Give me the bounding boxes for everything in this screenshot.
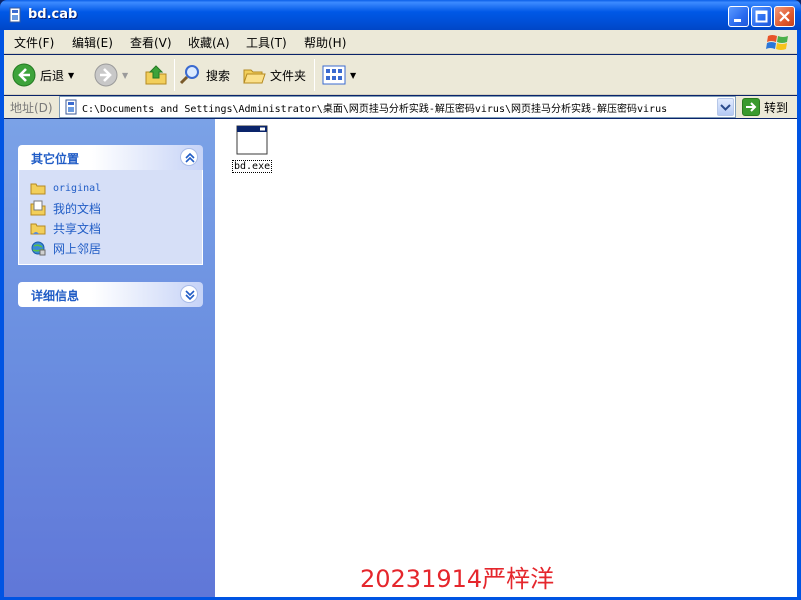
address-input[interactable]: C:\Documents and Settings\Administrator\…: [59, 96, 736, 118]
minimize-button[interactable]: [728, 6, 749, 27]
cab-file-icon: [65, 99, 77, 115]
menu-bar: 文件(F) 编辑(E) 查看(V) 收藏(A) 工具(T) 帮助(H): [4, 30, 797, 54]
place-item-shared-documents[interactable]: 共享文档: [19, 218, 202, 238]
file-name: bd.exe: [232, 160, 273, 173]
menu-view[interactable]: 查看(V): [130, 34, 172, 51]
place-item-my-documents[interactable]: 我的文档: [19, 198, 202, 218]
shared-folder-icon: [30, 223, 46, 235]
menu-favorites[interactable]: 收藏(A): [188, 34, 230, 51]
my-documents-icon: [30, 200, 46, 216]
close-button[interactable]: [774, 6, 795, 27]
window-frame-right: [797, 30, 801, 600]
address-bar: 地址(D) C:\Documents and Settings\Administ…: [4, 96, 797, 118]
address-dropdown-button[interactable]: [717, 98, 734, 116]
back-button[interactable]: 后退 ▼: [12, 61, 74, 89]
search-label: 搜索: [206, 68, 231, 83]
window-title: bd.cab: [28, 7, 78, 22]
file-item-bd-exe[interactable]: bd.exe: [232, 125, 273, 173]
forward-button[interactable]: ▼: [94, 61, 128, 89]
search-button[interactable]: 搜索: [178, 61, 230, 89]
folders-button[interactable]: 文件夹: [242, 61, 306, 89]
back-label: 后退: [40, 68, 65, 83]
task-pane: 其它位置 original 我的文档 共享文档 网上邻居 详细信息: [4, 119, 215, 597]
window-frame-left: [0, 30, 4, 600]
folder-icon: [30, 183, 46, 195]
details-header[interactable]: 详细信息: [18, 282, 203, 307]
views-icon: [322, 65, 346, 85]
back-dropdown-icon[interactable]: ▼: [68, 71, 74, 80]
forward-arrow-icon: [94, 63, 118, 87]
search-icon: [179, 65, 199, 85]
other-places-body: original 我的文档 共享文档 网上邻居: [18, 170, 203, 265]
address-path: C:\Documents and Settings\Administrator\…: [82, 104, 668, 115]
exe-file-icon: [236, 125, 268, 155]
cab-file-icon: [9, 7, 21, 23]
place-label: 网上邻居: [53, 241, 102, 256]
place-label: 我的文档: [53, 201, 102, 216]
up-folder-button[interactable]: [144, 61, 168, 89]
up-folder-icon: [145, 65, 167, 85]
details-title: 详细信息: [31, 289, 80, 303]
go-arrow-icon: [742, 98, 760, 116]
close-icon: [779, 11, 790, 22]
folders-icon: [243, 69, 266, 84]
folders-label: 文件夹: [270, 68, 307, 83]
menu-help[interactable]: 帮助(H): [304, 34, 346, 51]
chevron-down-icon: [720, 104, 731, 111]
place-label: 共享文档: [53, 221, 102, 236]
maximize-button[interactable]: [751, 6, 772, 27]
network-places-icon: [31, 241, 46, 256]
maximize-icon: [755, 10, 768, 23]
menu-file[interactable]: 文件(F): [14, 34, 54, 51]
standard-toolbar: 后退 ▼ ▼ 搜索 文件夹 ▼: [4, 55, 797, 95]
details-panel: 详细信息: [18, 282, 203, 307]
windows-logo-icon: [766, 35, 788, 50]
place-item-original[interactable]: original: [19, 178, 202, 198]
other-places-panel: 其它位置 original 我的文档 共享文档 网上邻居: [18, 145, 203, 265]
views-dropdown-icon[interactable]: ▼: [350, 71, 356, 80]
place-item-network-places[interactable]: 网上邻居: [19, 238, 202, 258]
go-button[interactable]: 转到: [742, 97, 788, 117]
place-label: original: [53, 182, 102, 194]
watermark-text: 20231914严梓洋: [360, 565, 555, 593]
explorer-window: bd.cab 文件(F) 编辑(E) 查看(V) 收藏(A) 工具(T) 帮助(…: [0, 0, 801, 600]
other-places-title: 其它位置: [31, 152, 80, 166]
minimize-icon: [734, 19, 741, 22]
other-places-header[interactable]: 其它位置: [18, 145, 203, 170]
collapse-icon[interactable]: [180, 148, 198, 166]
expand-icon[interactable]: [180, 285, 198, 303]
back-arrow-icon: [12, 63, 36, 87]
forward-dropdown-icon[interactable]: ▼: [122, 71, 128, 80]
views-button[interactable]: ▼: [322, 61, 356, 89]
menu-edit[interactable]: 编辑(E): [72, 34, 113, 51]
address-label: 地址(D): [10, 101, 53, 115]
menu-tools[interactable]: 工具(T): [246, 34, 287, 51]
title-bar[interactable]: bd.cab: [0, 0, 801, 30]
go-label: 转到: [764, 100, 789, 115]
content-area: 其它位置 original 我的文档 共享文档 网上邻居 详细信息 bd.exe: [4, 119, 797, 597]
